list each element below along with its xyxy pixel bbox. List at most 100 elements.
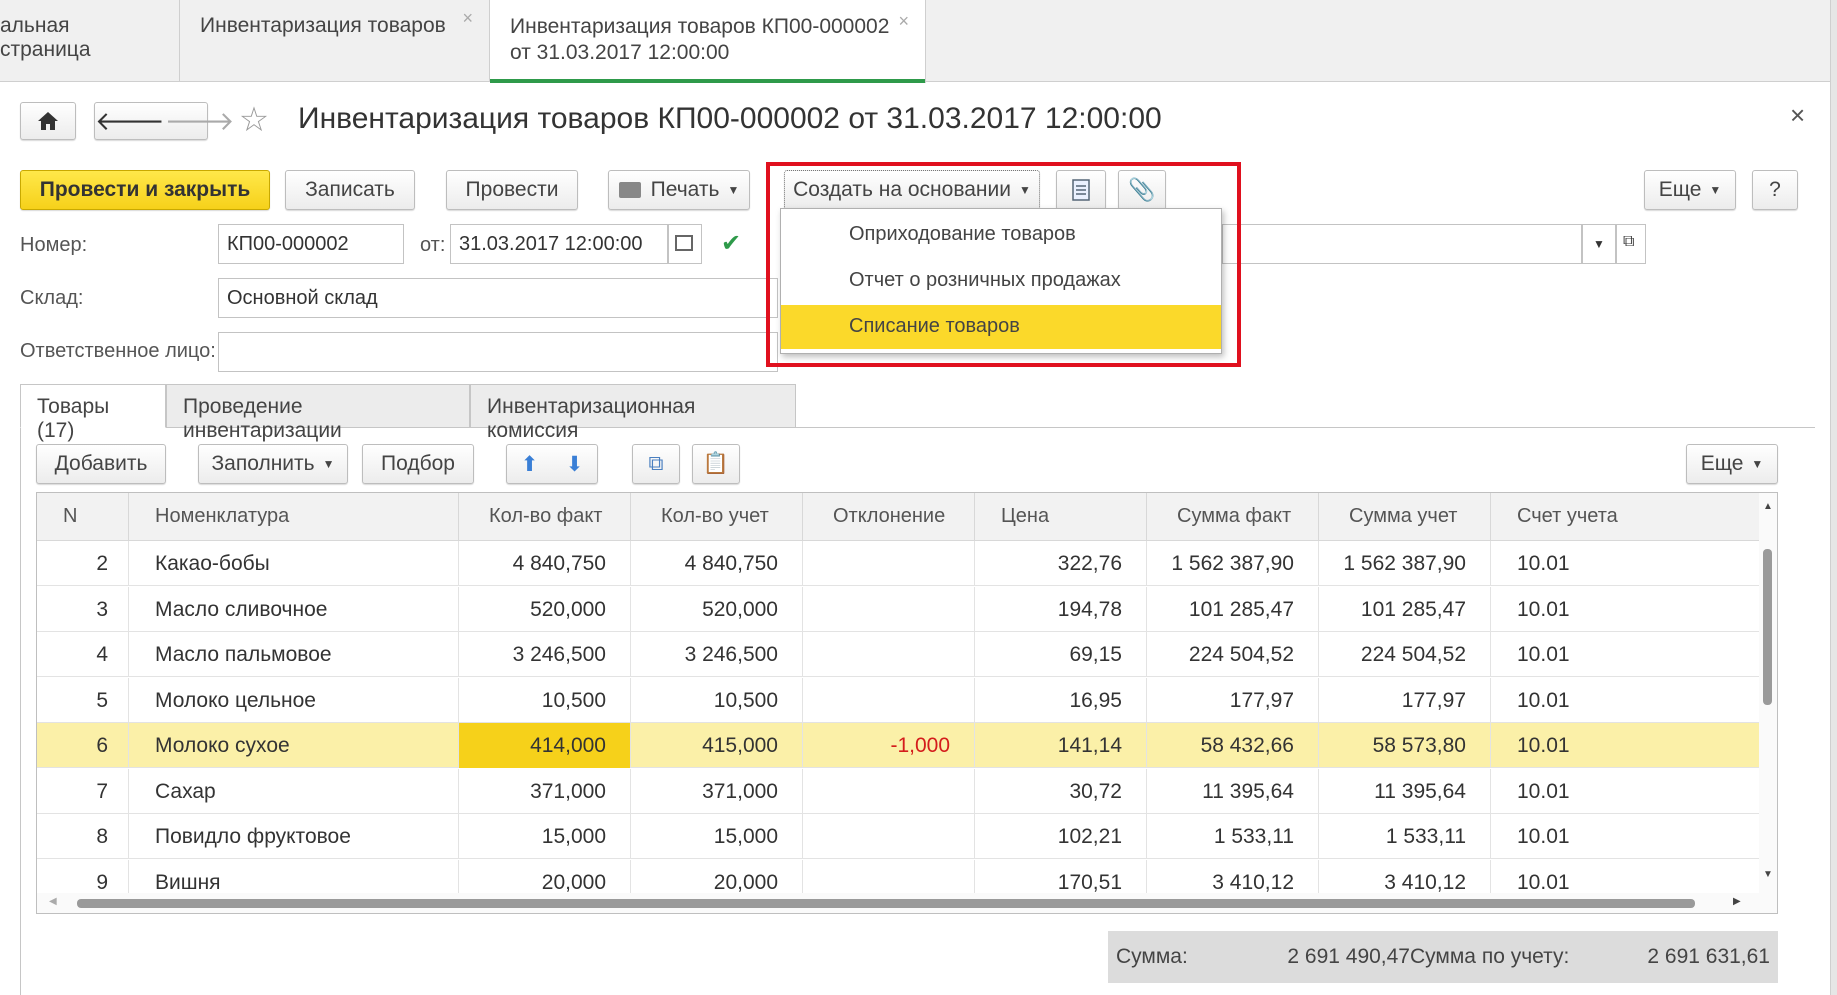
- cell-price[interactable]: 16,95: [975, 677, 1147, 723]
- cell-qty-fact[interactable]: 15,000: [459, 814, 631, 859]
- cell-sum-accounting[interactable]: 1 533,11: [1319, 814, 1491, 859]
- close-icon[interactable]: ×: [898, 8, 909, 34]
- date-field[interactable]: 31.03.2017 12:00:00: [450, 224, 668, 264]
- cell-qty-accounting[interactable]: 371,000: [631, 768, 803, 814]
- table-row[interactable]: 2 Какао-бобы 4 840,750 4 840,750 322,76 1 562…: [37, 541, 1761, 586]
- cell-item-name[interactable]: Сахар: [129, 768, 459, 814]
- cell-qty-accounting[interactable]: 520,000: [631, 586, 803, 632]
- pick-button[interactable]: Подбор: [362, 444, 474, 484]
- cell-account[interactable]: 10.01: [1491, 769, 1761, 814]
- fill-button[interactable]: Заполнить ▼: [198, 444, 348, 484]
- table-row[interactable]: 6 Молоко сухое 414,000 415,000 -1,000 141,14 5…: [37, 723, 1761, 768]
- cell-sum-fact[interactable]: 11 395,64: [1147, 768, 1319, 814]
- cell-sum-fact[interactable]: 224 504,52: [1147, 632, 1319, 677]
- column-header[interactable]: Номенклатура: [129, 493, 459, 541]
- cell-account[interactable]: 10.01: [1491, 632, 1761, 677]
- tab-home-page[interactable]: альная страница: [0, 0, 180, 82]
- cell-row-number[interactable]: 7: [37, 768, 129, 814]
- close-icon[interactable]: ×: [462, 8, 473, 29]
- cell-sum-fact[interactable]: 1 562 387,90: [1147, 541, 1319, 586]
- tab-goods[interactable]: Товары (17): [20, 384, 166, 442]
- column-header[interactable]: Отклонение: [803, 493, 975, 541]
- cell-qty-fact[interactable]: 520,000: [459, 586, 631, 632]
- cell-price[interactable]: 194,78: [975, 586, 1147, 632]
- cell-account[interactable]: 10.01: [1491, 587, 1761, 632]
- copy-button[interactable]: ⧉: [632, 444, 680, 484]
- print-button[interactable]: Печать ▼: [608, 170, 750, 210]
- cell-row-number[interactable]: 2: [37, 541, 129, 586]
- tab-inventory-commission[interactable]: Инвентаризационная комиссия: [470, 384, 796, 442]
- cell-price[interactable]: 30,72: [975, 768, 1147, 814]
- star-icon[interactable]: ☆: [234, 100, 274, 140]
- cell-sum-accounting[interactable]: 101 285,47: [1319, 586, 1491, 632]
- number-field[interactable]: КП00-000002: [218, 224, 404, 264]
- scroll-left-icon[interactable]: ◀: [49, 896, 57, 907]
- more-button[interactable]: Еще ▼: [1644, 170, 1736, 210]
- cell-sum-fact[interactable]: 101 285,47: [1147, 586, 1319, 632]
- cell-account[interactable]: 10.01: [1491, 723, 1761, 768]
- table-row[interactable]: 4 Масло пальмовое 3 246,500 3 246,500 69,15 2…: [37, 632, 1761, 677]
- tab-conduct-inventory[interactable]: Проведение инвентаризации: [166, 384, 470, 442]
- cell-item-name[interactable]: Молоко цельное: [129, 677, 459, 723]
- scroll-thumb[interactable]: [1763, 549, 1772, 705]
- horizontal-scrollbar[interactable]: ◀ ▶: [37, 893, 1777, 913]
- organization-field[interactable]: [1222, 224, 1582, 264]
- cell-qty-fact[interactable]: 371,000: [459, 768, 631, 814]
- save-button[interactable]: Записать: [285, 170, 415, 210]
- close-icon[interactable]: ×: [1790, 100, 1805, 131]
- cell-item-name[interactable]: Какао-бобы: [129, 541, 459, 586]
- warehouse-field[interactable]: Основной склад: [218, 278, 778, 318]
- cell-sum-fact[interactable]: 58 432,66: [1147, 723, 1319, 768]
- cell-deviation[interactable]: -1,000: [803, 723, 975, 768]
- cell-account[interactable]: 10.01: [1491, 678, 1761, 723]
- table-row[interactable]: 3 Масло сливочное 520,000 520,000 194,78 101 …: [37, 586, 1761, 632]
- cell-sum-accounting[interactable]: 224 504,52: [1319, 632, 1491, 677]
- column-header[interactable]: N: [37, 493, 129, 541]
- scroll-down-icon[interactable]: ▼: [1763, 869, 1773, 880]
- back-arrow-icon[interactable]: 🡐: [95, 106, 165, 137]
- table-row[interactable]: 5 Молоко цельное 10,500 10,500 16,95 177,97 17…: [37, 677, 1761, 723]
- table-more-button[interactable]: Еще ▼: [1686, 444, 1778, 484]
- add-button[interactable]: Добавить: [36, 444, 166, 484]
- cell-sum-accounting[interactable]: 58 573,80: [1319, 723, 1491, 768]
- paste-button[interactable]: 📋: [692, 444, 740, 484]
- tab-inventory-list[interactable]: Инвентаризация товаров ×: [180, 0, 490, 82]
- home-button[interactable]: [20, 102, 76, 140]
- scroll-thumb[interactable]: [77, 899, 1695, 908]
- cell-sum-fact[interactable]: 177,97: [1147, 677, 1319, 723]
- table-row[interactable]: 7 Сахар 371,000 371,000 30,72 11 395,64 11 395…: [37, 768, 1761, 814]
- cell-qty-fact[interactable]: 3 246,500: [459, 632, 631, 677]
- post-button[interactable]: Провести: [446, 170, 578, 210]
- cell-deviation[interactable]: [803, 632, 975, 677]
- post-and-close-button[interactable]: Провести и закрыть: [20, 170, 270, 210]
- cell-qty-fact[interactable]: 10,500: [459, 677, 631, 723]
- table-row[interactable]: 8 Повидло фруктовое 15,000 15,000 102,21 1 53…: [37, 814, 1761, 859]
- cell-price[interactable]: 322,76: [975, 541, 1147, 586]
- cell-sum-accounting[interactable]: 1 562 387,90: [1319, 541, 1491, 586]
- cell-price[interactable]: 141,14: [975, 723, 1147, 768]
- cell-deviation[interactable]: [803, 677, 975, 723]
- cell-item-name[interactable]: Масло пальмовое: [129, 632, 459, 677]
- cell-sum-accounting[interactable]: 177,97: [1319, 677, 1491, 723]
- column-header[interactable]: Счет учета: [1491, 493, 1761, 541]
- cell-qty-accounting[interactable]: 3 246,500: [631, 632, 803, 677]
- cell-price[interactable]: 69,15: [975, 632, 1147, 677]
- column-header[interactable]: Кол-во учет: [631, 493, 803, 541]
- open-icon[interactable]: ⧉: [1616, 224, 1646, 264]
- cell-qty-accounting[interactable]: 10,500: [631, 677, 803, 723]
- calendar-button[interactable]: [668, 224, 702, 264]
- cell-account[interactable]: 10.01: [1491, 541, 1761, 586]
- scroll-up-icon[interactable]: ▲: [1763, 501, 1773, 512]
- arrow-up-icon[interactable]: ⬆: [521, 452, 539, 477]
- cell-sum-accounting[interactable]: 11 395,64: [1319, 768, 1491, 814]
- cell-qty-accounting[interactable]: 15,000: [631, 814, 803, 859]
- cell-row-number[interactable]: 3: [37, 586, 129, 632]
- cell-qty-accounting[interactable]: 4 840,750: [631, 541, 803, 586]
- cell-row-number[interactable]: 5: [37, 677, 129, 723]
- column-header[interactable]: Сумма факт: [1147, 493, 1319, 541]
- cell-item-name[interactable]: Молоко сухое: [129, 723, 459, 768]
- cell-row-number[interactable]: 6: [37, 723, 129, 768]
- cell-account[interactable]: 10.01: [1491, 814, 1761, 859]
- cell-qty-accounting[interactable]: 415,000: [631, 723, 803, 768]
- column-header[interactable]: Кол-во факт: [459, 493, 631, 541]
